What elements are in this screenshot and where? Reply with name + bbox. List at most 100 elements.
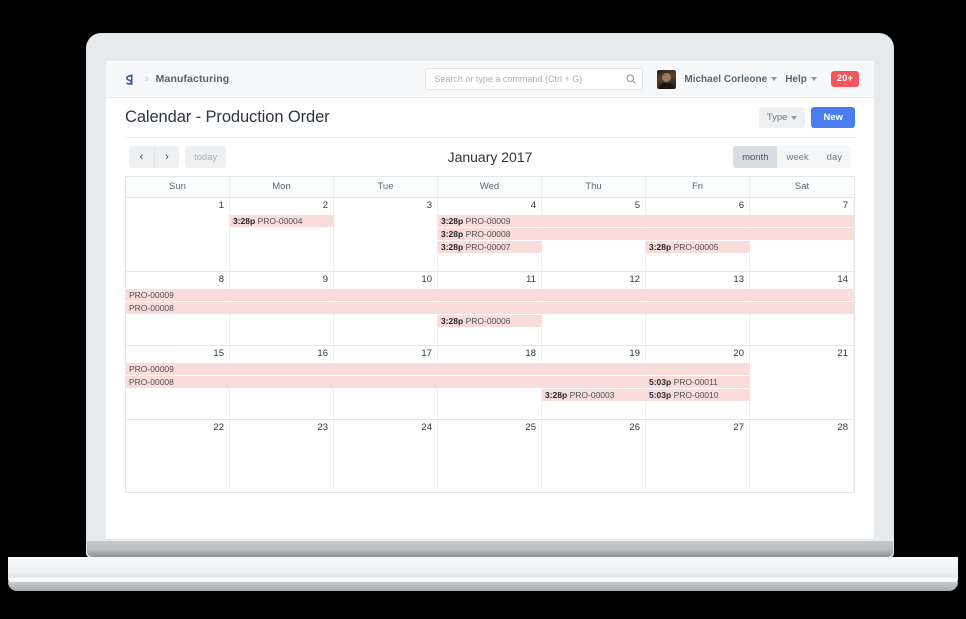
calendar-event[interactable]: 3:28p PRO-00007 [438,241,542,253]
event-label: PRO-00006 [465,316,511,326]
calendar-event[interactable]: 3:28p PRO-00009 [438,215,854,227]
calendar-event[interactable]: PRO-00009 [126,289,854,301]
new-button[interactable]: New [811,107,855,128]
calendar-event[interactable]: 3:28p PRO-00004 [230,215,334,227]
navbar-right: Michael Corleone Help 20+ [657,69,859,89]
day-number: 9 [322,274,328,285]
event-time: 3:28p [441,316,464,326]
day-number: 3 [426,200,432,211]
day-header-mon: Mon [230,177,334,197]
calendar-event[interactable]: 5:03p PRO-00010 [646,389,750,401]
calendar-event[interactable]: PRO-00009 [126,363,750,375]
help-label: Help [785,73,807,85]
laptop-lid: › Manufacturing Michael Corleone [87,34,893,557]
day-number: 1 [218,200,224,211]
user-name: Michael Corleone [684,73,768,85]
avatar[interactable] [657,69,677,89]
day-number: 17 [421,348,432,359]
event-label: PRO-00005 [673,242,719,252]
day-header-tue: Tue [334,177,438,197]
event-label: PRO-00008 [129,303,174,313]
prev-month-button[interactable]: ‹ [129,146,154,168]
event-time: 3:28p [545,390,568,400]
view-day-button[interactable]: day [817,146,851,168]
event-time: 5:03p [649,390,672,400]
calendar-day-cell[interactable]: 25 [438,420,542,492]
calendar-event[interactable]: 3:28p PRO-00005 [646,241,750,253]
calendar-day-cell[interactable]: 24 [334,420,438,492]
calendar-day-cell[interactable]: 26 [542,420,646,492]
calendar-nav-group: ‹ › [129,146,179,168]
notification-badge[interactable]: 20+ [830,71,859,87]
calendar-event[interactable]: PRO-00008 [126,302,854,314]
calendar-week-row: 15 16 17 18 19 20 21 PRO-00009 PRO-00008 5:03p PR… [125,345,855,419]
day-number: 13 [733,274,744,285]
event-label: PRO-00010 [673,390,719,400]
day-header-wed: Wed [438,177,542,197]
calendar-day-cell[interactable]: 22 [126,420,230,492]
calendar-day-cell[interactable]: 28 [750,420,854,492]
event-label: PRO-00007 [465,242,511,252]
calendar-event[interactable]: 3:28p PRO-00003 [542,389,646,401]
calendar-wrapper: ‹ › today January 2017 month week day Su… [106,137,874,493]
laptop-screen: › Manufacturing Michael Corleone [106,61,874,539]
day-number: 12 [629,274,640,285]
calendar-week-row: 22 23 24 25 26 27 28 [125,419,855,493]
event-label: PRO-00008 [465,229,511,239]
screenshot-stage: › Manufacturing Michael Corleone [0,0,966,619]
next-month-button[interactable]: › [154,146,179,168]
type-button[interactable]: Type [758,107,806,128]
laptop-base [8,557,958,591]
event-time: 3:28p [441,229,464,239]
user-menu[interactable]: Michael Corleone [684,73,778,85]
calendar-week-row: 1 2 3 4 5 6 7 3:28p PRO-00009 3:28p PRO-00008 3:2… [125,197,855,271]
calendar-view-switcher: month week day [733,146,851,168]
calendar-day-cell[interactable]: 21 [750,346,854,419]
event-time: 3:28p [441,242,464,252]
day-number: 10 [421,274,432,285]
day-number: 4 [530,200,536,211]
calendar-event[interactable]: 3:28p PRO-00006 [438,315,542,327]
day-number: 20 [733,348,744,359]
chevron-down-icon [791,115,798,120]
event-label: PRO-00008 [129,377,174,387]
search-icon[interactable] [625,72,637,90]
event-label: PRO-00009 [129,364,174,374]
day-number: 23 [317,422,328,433]
calendar-day-cell[interactable]: 23 [230,420,334,492]
calendar-day-cell[interactable]: 2 [230,198,334,271]
calendar-event[interactable]: 5:03p PRO-00011 [646,376,750,388]
breadcrumb[interactable]: Manufacturing [156,73,230,85]
type-button-label: Type [766,112,788,123]
brand-logo-icon[interactable] [121,71,138,88]
laptop-lid-base [87,541,893,557]
event-label: PRO-00004 [257,216,303,226]
breadcrumb-separator-icon: › [145,73,149,85]
search-input[interactable] [425,68,644,90]
day-number: 14 [837,274,848,285]
chevron-down-icon [810,77,817,81]
calendar-event[interactable]: PRO-00008 [126,376,646,388]
calendar-day-cell[interactable]: 1 [126,198,230,271]
day-number: 5 [634,200,640,211]
event-time: 3:28p [649,242,672,252]
view-week-button[interactable]: week [777,146,818,168]
day-header-sun: Sun [126,177,230,197]
day-number: 19 [629,348,640,359]
day-number: 2 [322,200,328,211]
view-month-button[interactable]: month [733,146,778,168]
calendar-day-cell[interactable]: 27 [646,420,750,492]
day-number: 15 [213,348,224,359]
day-header-thu: Thu [542,177,646,197]
day-number: 27 [733,422,744,433]
calendar-event[interactable]: 3:28p PRO-00008 [438,228,854,240]
calendar-toolbar: ‹ › today January 2017 month week day [125,138,855,176]
day-header-sat: Sat [794,181,810,192]
calendar-day-cell[interactable]: 3 [334,198,438,271]
today-button[interactable]: today [185,146,227,168]
calendar-day-headers: Sun Mon Tue Wed Thu Fri Sat [125,176,855,197]
day-number: 18 [525,348,536,359]
help-menu[interactable]: Help [785,74,817,85]
calendar-grid: 1 2 3 4 5 6 7 3:28p PRO-00009 3:28p PRO-00008 3:2… [125,197,855,493]
event-time: 3:28p [441,216,464,226]
